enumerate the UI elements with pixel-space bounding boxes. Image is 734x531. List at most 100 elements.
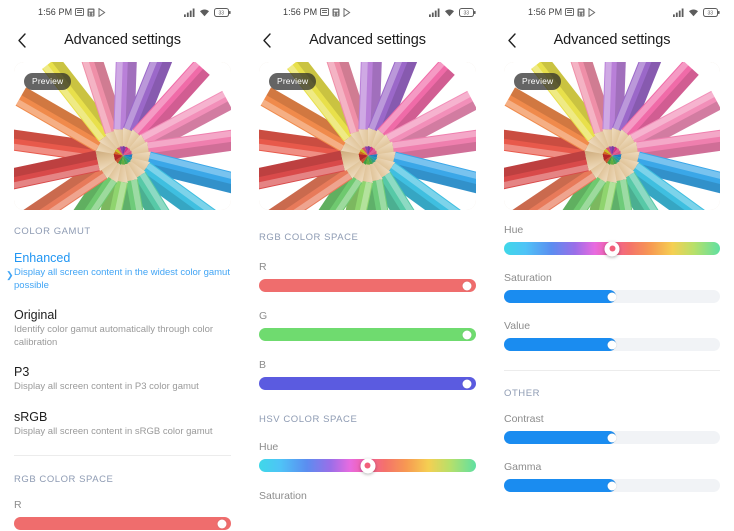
option-desc: Display all screen content in P3 color g… [14,381,199,392]
phone-screen-2: 1:56 PM 33 Advanced settings Preview RGB… [245,0,490,531]
status-time: 1:56 PM [528,7,563,17]
status-bar-3: 1:56 PM 33 [490,0,734,24]
section-header-rgb-2: RGB COLOR SPACE [259,232,359,243]
slider-row-r-1: R [14,499,231,530]
slider-row-value-3: Value [504,320,720,351]
slider-label: B [259,359,267,371]
selected-marker-icon: ❯ [6,270,14,280]
slider-thumb[interactable] [604,241,620,256]
phone-screen-3: 1:56 PM 33 Advanced settings Preview Hue… [490,0,734,531]
option-original[interactable]: Original Identify color gamut automatica… [14,308,231,349]
slider-row-hue-2: Hue [259,441,476,473]
slider-label: R [14,499,22,511]
status-bar-left-2: 1:56 PM [283,7,351,17]
section-divider [14,455,231,456]
slider-r[interactable] [259,279,476,292]
section-header-hsv-2: HSV COLOR SPACE [259,414,358,425]
title-bar-2: Advanced settings [245,24,490,56]
page-title: Advanced settings [553,32,671,48]
wifi-icon [689,9,698,16]
content-2: RGB COLOR SPACE R G B HSV COLOR SPACE Hu… [245,232,490,502]
section-header-rgb-1: RGB COLOR SPACE [14,474,114,485]
slider-hue[interactable] [504,241,720,256]
slider-thumb[interactable] [217,519,227,528]
section-divider [504,370,720,371]
slider-thumb[interactable] [607,340,617,349]
slider-fill [504,290,617,303]
option-p3[interactable]: P3 Display all screen content in P3 colo… [14,365,231,394]
slider-thumb[interactable] [360,458,375,473]
option-enhanced[interactable]: ❯ Enhanced Display all screen content in… [6,251,231,292]
slider-label: Hue [259,441,279,453]
calculator-icon [332,8,340,16]
preview-card-1[interactable]: Preview [14,62,231,210]
battery-icon: 33 [214,7,231,17]
preview-badge: Preview [514,73,562,90]
status-bar-left-3: 1:56 PM [528,7,596,17]
preview-card-3[interactable]: Preview [504,62,720,210]
slider-saturation[interactable] [504,290,720,303]
phone-screen-1: 1:56 PM 33 Advanced settings Preview COL… [0,0,245,531]
status-bar-right-3: 33 [673,0,720,24]
slider-fill [259,377,476,390]
option-desc: Display all screen content in sRGB color… [14,425,213,437]
title-bar-1: Advanced settings [0,24,245,56]
slider-label-saturation-2: Saturation [259,490,307,502]
svg-text:33: 33 [708,10,714,16]
play-store-icon [588,7,596,17]
status-bar-2: 1:56 PM 33 [245,0,490,24]
slider-thumb[interactable] [462,330,472,339]
slider-b[interactable] [259,377,476,390]
status-bar-left-1: 1:56 PM [38,7,106,17]
slider-gamma[interactable] [504,479,720,492]
option-srgb[interactable]: sRGB Display all screen content in sRGB … [14,410,231,439]
option-desc: Identify color gamut automatically throu… [14,324,214,348]
slider-fill [504,338,617,351]
status-time: 1:56 PM [283,7,318,17]
wifi-icon [200,9,209,16]
slider-hue[interactable] [259,458,476,473]
slider-value[interactable] [504,338,720,351]
preview-badge: Preview [269,73,317,90]
status-bar-right-1: 33 [184,0,231,24]
page-title: Advanced settings [64,32,181,48]
option-title: P3 [14,365,30,379]
slider-row-saturation-3: Saturation [504,272,720,303]
sim-card-icon [320,8,330,16]
signal-bars-icon [184,8,195,17]
sim-card-icon [75,8,85,16]
slider-row-r-2: R [259,261,476,292]
slider-thumb[interactable] [462,281,472,290]
screenshot-root: 1:56 PM 33 Advanced settings Preview COL… [0,0,734,531]
slider-row-g-2: G [259,310,476,341]
wifi-icon [445,9,454,16]
slider-row-hue-3: Hue [504,224,720,256]
status-time: 1:56 PM [38,7,73,17]
slider-thumb[interactable] [607,292,617,301]
slider-label: R [259,261,267,273]
signal-bars-icon [429,8,440,17]
signal-bars-icon [673,8,684,17]
option-title: Enhanced [14,251,71,265]
option-title: Original [14,308,58,322]
slider-label: Value [504,320,531,332]
slider-fill [504,431,617,444]
calculator-icon [577,8,585,16]
slider-label: Saturation [504,272,552,284]
option-desc: Display all screen content in the widest… [14,267,230,291]
preview-card-2[interactable]: Preview [259,62,476,210]
slider-label: Contrast [504,413,544,425]
slider-thumb[interactable] [462,379,472,388]
preview-badge: Preview [24,73,72,90]
slider-thumb[interactable] [607,481,617,490]
slider-g[interactable] [259,328,476,341]
slider-r[interactable] [14,517,231,530]
battery-icon: 33 [703,7,720,17]
status-bar-right-2: 33 [429,0,476,24]
status-bar-1: 1:56 PM 33 [0,0,245,24]
slider-label: G [259,310,268,322]
slider-thumb[interactable] [607,433,617,442]
slider-contrast[interactable] [504,431,720,444]
slider-row-gamma-3: Gamma [504,461,720,492]
svg-text:33: 33 [219,10,225,16]
